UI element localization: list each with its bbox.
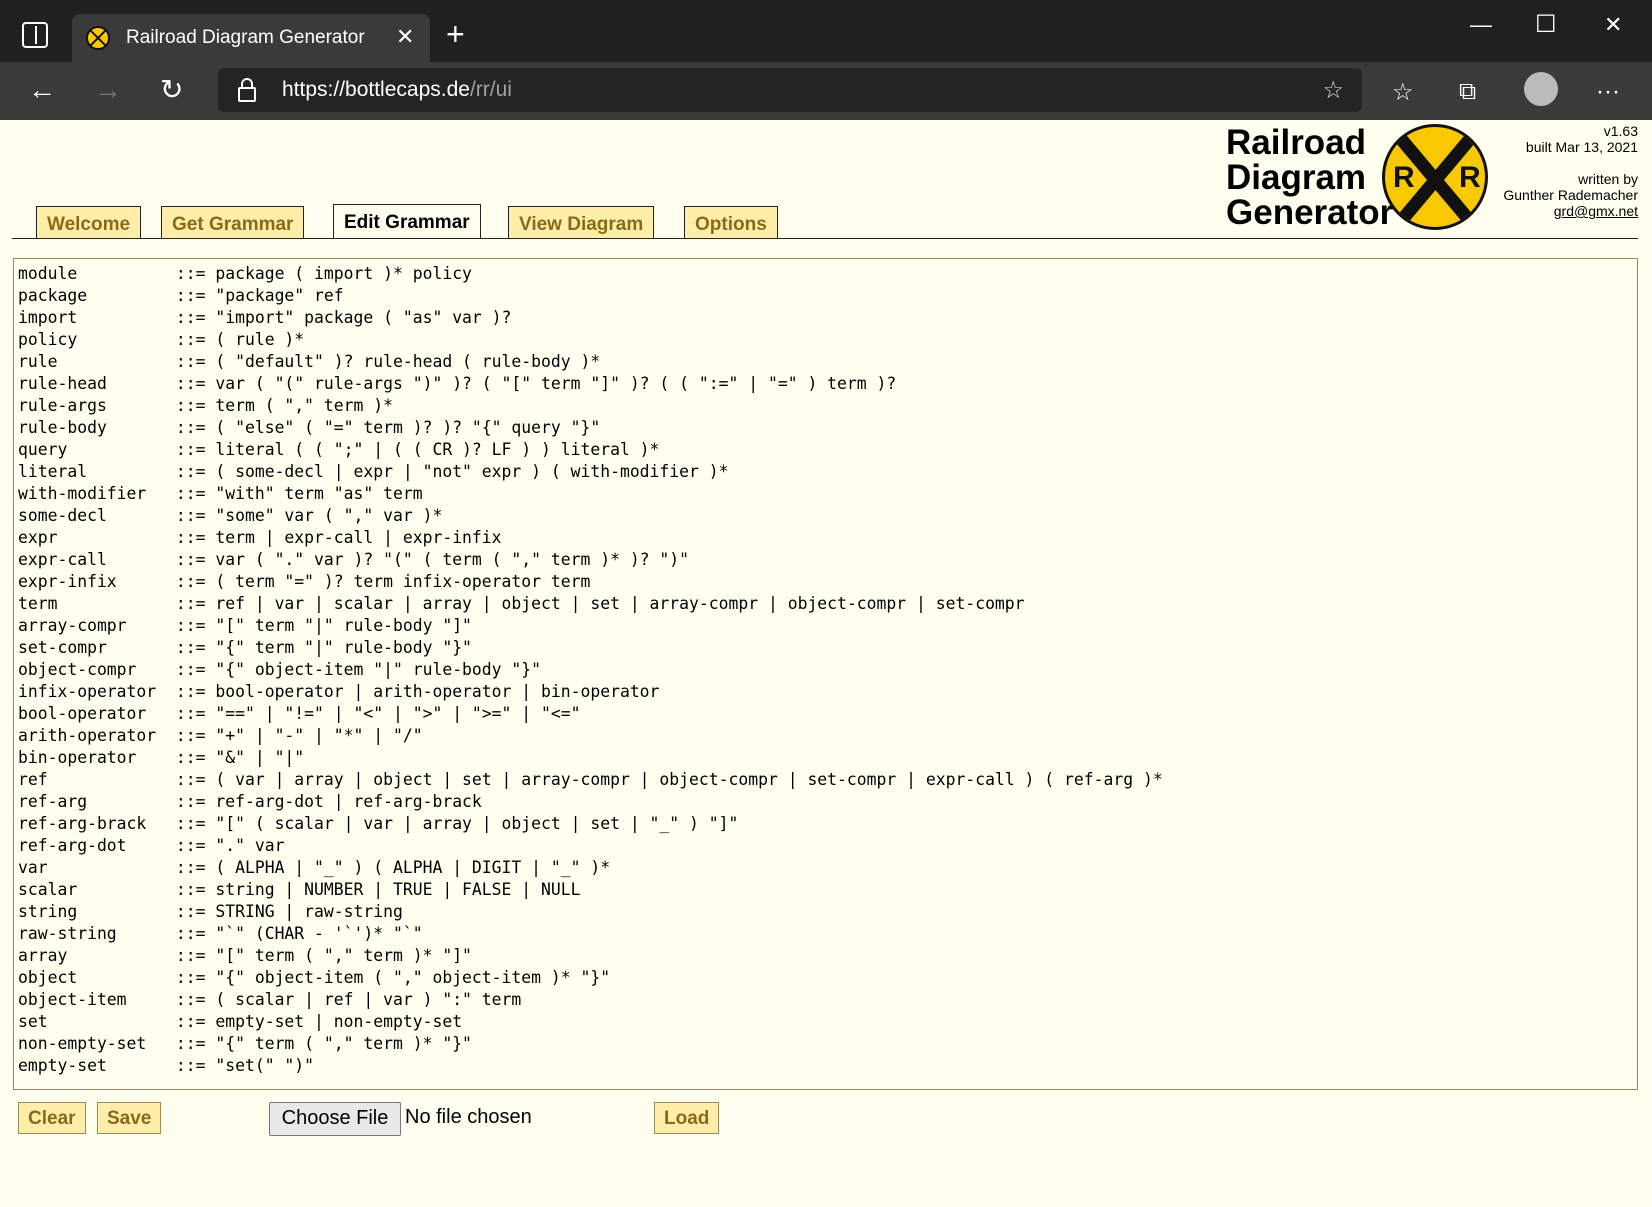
tab-close-icon[interactable]: ✕ — [396, 24, 414, 50]
lock-icon[interactable] — [238, 78, 256, 102]
sidebar-toggle-icon[interactable] — [22, 22, 48, 48]
browser-tab-title: Railroad Diagram Generator — [126, 27, 365, 48]
forward-icon[interactable]: → — [94, 72, 122, 108]
save-button[interactable]: Save — [97, 1102, 162, 1134]
grammar-line: import ::= "import" package ( "as" var )… — [18, 308, 512, 327]
grammar-line: rule-args ::= term ( "," term )* — [18, 396, 393, 415]
grammar-line: rule-body ::= ( "else" ( "=" term )? )? … — [18, 418, 601, 437]
grammar-line: array ::= "[" term ( "," term )* "]" — [18, 946, 472, 965]
page-content: Railroad Diagram Generator R R v1.63 bui… — [0, 120, 1652, 1207]
grammar-line: bool-operator ::= "==" | "!=" | "<" | ">… — [18, 704, 581, 723]
grammar-line: var ::= ( ALPHA | "_" ) ( ALPHA | DIGIT … — [18, 858, 611, 877]
version-info: v1.63 built Mar 13, 2021 written by Gunt… — [1503, 123, 1638, 219]
grammar-line: package ::= "package" ref — [18, 286, 344, 305]
grammar-line: ref-arg-dot ::= "." var — [18, 836, 285, 855]
tab-options[interactable]: Options — [684, 206, 778, 238]
grammar-line: bin-operator ::= "&" | "|" — [18, 748, 305, 767]
back-icon[interactable]: ← — [28, 72, 56, 108]
grammar-line: array-compr ::= "[" term "|" rule-body "… — [18, 616, 472, 635]
url-text[interactable]: https://bottlecaps.de/rr/ui — [282, 78, 512, 102]
new-tab-icon[interactable]: + — [446, 18, 465, 50]
railroad-favicon-icon — [86, 26, 110, 50]
grammar-line: rule-head ::= var ( "(" rule-args ")" )?… — [18, 374, 897, 393]
grammar-line: expr-infix ::= ( term "=" )? term infix-… — [18, 572, 591, 591]
minimize-icon[interactable]: — — [1470, 12, 1492, 38]
grammar-line: set ::= empty-set | non-empty-set — [18, 1012, 463, 1031]
grammar-line: object-compr ::= "{" object-item "|" rul… — [18, 660, 542, 679]
profile-avatar[interactable] — [1524, 72, 1558, 106]
grammar-line: module ::= package ( import )* policy — [18, 264, 472, 283]
grammar-line: scalar ::= string | NUMBER | TRUE | FALS… — [18, 880, 581, 899]
tab-welcome[interactable]: Welcome — [36, 206, 142, 238]
collections-icon[interactable]: ⧉ — [1459, 78, 1476, 106]
tabs-divider — [12, 238, 1638, 239]
grammar-text[interactable]: module ::= package ( import )* policypac… — [14, 259, 1637, 1081]
load-button[interactable]: Load — [654, 1102, 720, 1134]
grammar-line: ref ::= ( var | array | object | set | a… — [18, 770, 1163, 789]
grammar-line: ref-arg ::= ref-arg-dot | ref-arg-brack — [18, 792, 482, 811]
grammar-line: object ::= "{" object-item ( "," object-… — [18, 968, 611, 987]
grammar-line: object-item ::= ( scalar | ref | var ) "… — [18, 990, 522, 1009]
choose-file-button[interactable]: Choose File — [269, 1102, 401, 1136]
grammar-line: string ::= STRING | raw-string — [18, 902, 403, 921]
file-status-text: No file chosen — [405, 1106, 532, 1128]
grammar-line: policy ::= ( rule )* — [18, 330, 305, 349]
more-menu-icon[interactable]: ··· — [1596, 78, 1620, 106]
address-bar[interactable]: https://bottlecaps.de/rr/ui ☆ — [218, 68, 1362, 112]
grammar-line: arith-operator ::= "+" | "-" | "*" | "/" — [18, 726, 423, 745]
grammar-line: query ::= literal ( ( ";" | ( ( CR )? LF… — [18, 440, 660, 459]
grammar-line: expr ::= term | expr-call | expr-infix — [18, 528, 502, 547]
grammar-line: infix-operator ::= bool-operator | arith… — [18, 682, 660, 701]
tab-view-diagram[interactable]: View Diagram — [508, 206, 655, 238]
reload-icon[interactable]: ↻ — [160, 72, 183, 108]
tab-get-grammar[interactable]: Get Grammar — [161, 206, 305, 238]
browser-tab[interactable]: Railroad Diagram Generator ✕ — [72, 14, 430, 62]
grammar-line: rule ::= ( "default" )? rule-head ( rule… — [18, 352, 601, 371]
window-close-icon[interactable]: ✕ — [1604, 12, 1622, 38]
grammar-line: non-empty-set ::= "{" term ( "," term )*… — [18, 1034, 472, 1053]
favorites-icon[interactable]: ☆ — [1392, 78, 1414, 107]
grammar-line: set-compr ::= "{" term "|" rule-body "}" — [18, 638, 472, 657]
browser-titlebar: Railroad Diagram Generator ✕ + — ☐ ✕ — [0, 0, 1652, 62]
main-tabs: Welcome Get Grammar Edit Grammar View Di… — [0, 204, 1638, 240]
clear-button[interactable]: Clear — [18, 1102, 86, 1134]
grammar-line: literal ::= ( some-decl | expr | "not" e… — [18, 462, 729, 481]
grammar-line: empty-set ::= "set(" ")" — [18, 1056, 315, 1075]
add-favorite-icon[interactable]: ☆ — [1322, 76, 1344, 105]
grammar-textarea[interactable]: module ::= package ( import )* policypac… — [13, 258, 1638, 1090]
grammar-line: term ::= ref | var | scalar | array | ob… — [18, 594, 1025, 613]
grammar-line: some-decl ::= "some" var ( "," var )* — [18, 506, 443, 525]
grammar-line: expr-call ::= var ( "." var )? "(" ( ter… — [18, 550, 690, 569]
browser-toolbar: ← → ↻ https://bottlecaps.de/rr/ui ☆ ☆ ⧉ … — [0, 62, 1652, 120]
grammar-line: ref-arg-brack ::= "[" ( scalar | var | a… — [18, 814, 739, 833]
grammar-line: raw-string ::= "`" (CHAR - '`')* "`" — [18, 924, 423, 943]
tab-edit-grammar[interactable]: Edit Grammar — [333, 204, 481, 238]
grammar-line: with-modifier ::= "with" term "as" term — [18, 484, 423, 503]
maximize-icon[interactable]: ☐ — [1535, 10, 1557, 39]
